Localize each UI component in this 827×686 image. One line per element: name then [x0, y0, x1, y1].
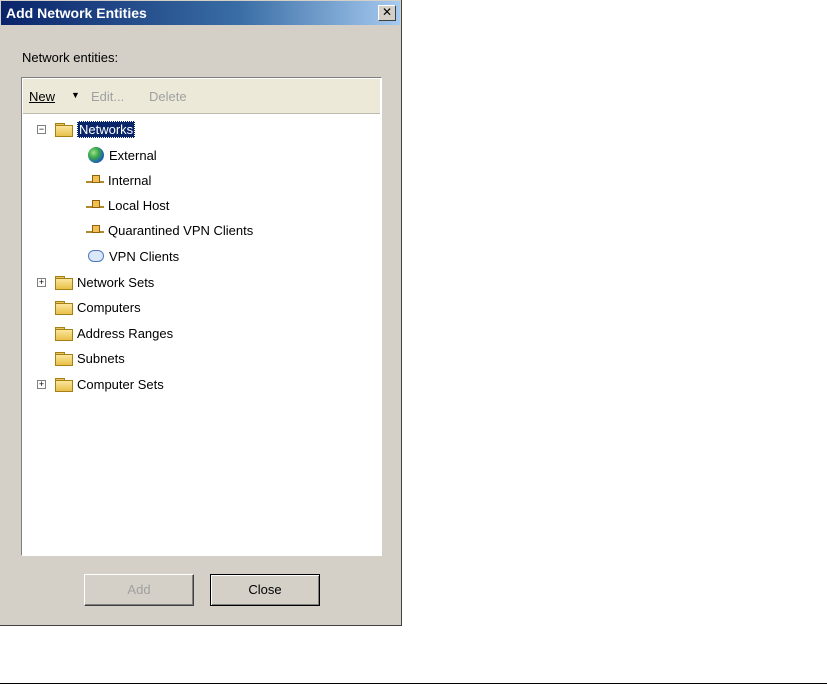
tree-node-label: Computer Sets — [77, 376, 164, 392]
network-icon — [86, 223, 104, 237]
tree-node-label: Network Sets — [77, 274, 155, 290]
entities-tree: − Networks External Internal Local Host … — [23, 115, 380, 554]
tree-node-external[interactable]: External — [88, 145, 157, 165]
add-button: Add — [84, 574, 194, 606]
page-divider — [0, 683, 827, 684]
tree-node-computer-sets[interactable]: Computer Sets — [55, 374, 164, 394]
globe-icon — [88, 147, 104, 163]
folder-icon — [55, 377, 73, 392]
tree-node-label: External — [109, 147, 157, 163]
tree-node-label: VPN Clients — [109, 248, 180, 264]
network-icon — [86, 198, 104, 212]
collapse-networks-icon[interactable]: − — [37, 125, 46, 134]
add-network-entities-dialog: Add Network Entities ✕ Network entities:… — [0, 0, 402, 626]
vpn-cloud-icon — [88, 250, 104, 262]
tree-node-local-host[interactable]: Local Host — [86, 195, 169, 215]
tree-node-label: Subnets — [77, 350, 125, 366]
close-icon[interactable]: ✕ — [378, 5, 396, 21]
folder-icon — [55, 326, 73, 341]
delete-button: Delete — [149, 89, 187, 104]
tree-node-address-ranges[interactable]: Address Ranges — [55, 323, 173, 343]
close-button[interactable]: Close — [210, 574, 320, 606]
folder-icon — [55, 351, 73, 366]
edit-button: Edit... — [91, 89, 125, 104]
tree-node-label: Address Ranges — [77, 325, 174, 341]
expand-network-sets-icon[interactable]: + — [37, 278, 46, 287]
network-entities-label: Network entities: — [22, 50, 119, 65]
tree-node-label: Computers — [77, 299, 141, 315]
entities-panel: New ▼ Edit... Delete − Networks External… — [21, 77, 382, 556]
tree-node-networks[interactable]: Networks — [55, 119, 136, 139]
folder-icon — [55, 122, 73, 137]
title-bar[interactable]: Add Network Entities ✕ — [1, 1, 400, 25]
entities-toolbar: New ▼ Edit... Delete — [23, 79, 380, 114]
tree-node-vpn-clients[interactable]: VPN Clients — [88, 246, 179, 266]
tree-node-label: Quarantined VPN Clients — [108, 222, 254, 238]
tree-node-label: Local Host — [108, 197, 170, 213]
tree-node-label: Internal — [108, 172, 152, 188]
tree-node-network-sets[interactable]: Network Sets — [55, 272, 154, 292]
folder-icon — [55, 275, 73, 290]
expand-computer-sets-icon[interactable]: + — [37, 380, 46, 389]
new-dropdown-arrow-icon[interactable]: ▼ — [71, 90, 80, 100]
network-icon — [86, 173, 104, 187]
tree-node-subnets[interactable]: Subnets — [55, 348, 125, 368]
tree-node-computers[interactable]: Computers — [55, 297, 141, 317]
tree-node-internal[interactable]: Internal — [86, 170, 151, 190]
tree-node-label: Networks — [77, 120, 136, 138]
new-button[interactable]: New — [29, 89, 55, 104]
dialog-title: Add Network Entities — [6, 5, 147, 21]
tree-node-quarantined-vpn-clients[interactable]: Quarantined VPN Clients — [86, 220, 253, 240]
folder-icon — [55, 300, 73, 315]
